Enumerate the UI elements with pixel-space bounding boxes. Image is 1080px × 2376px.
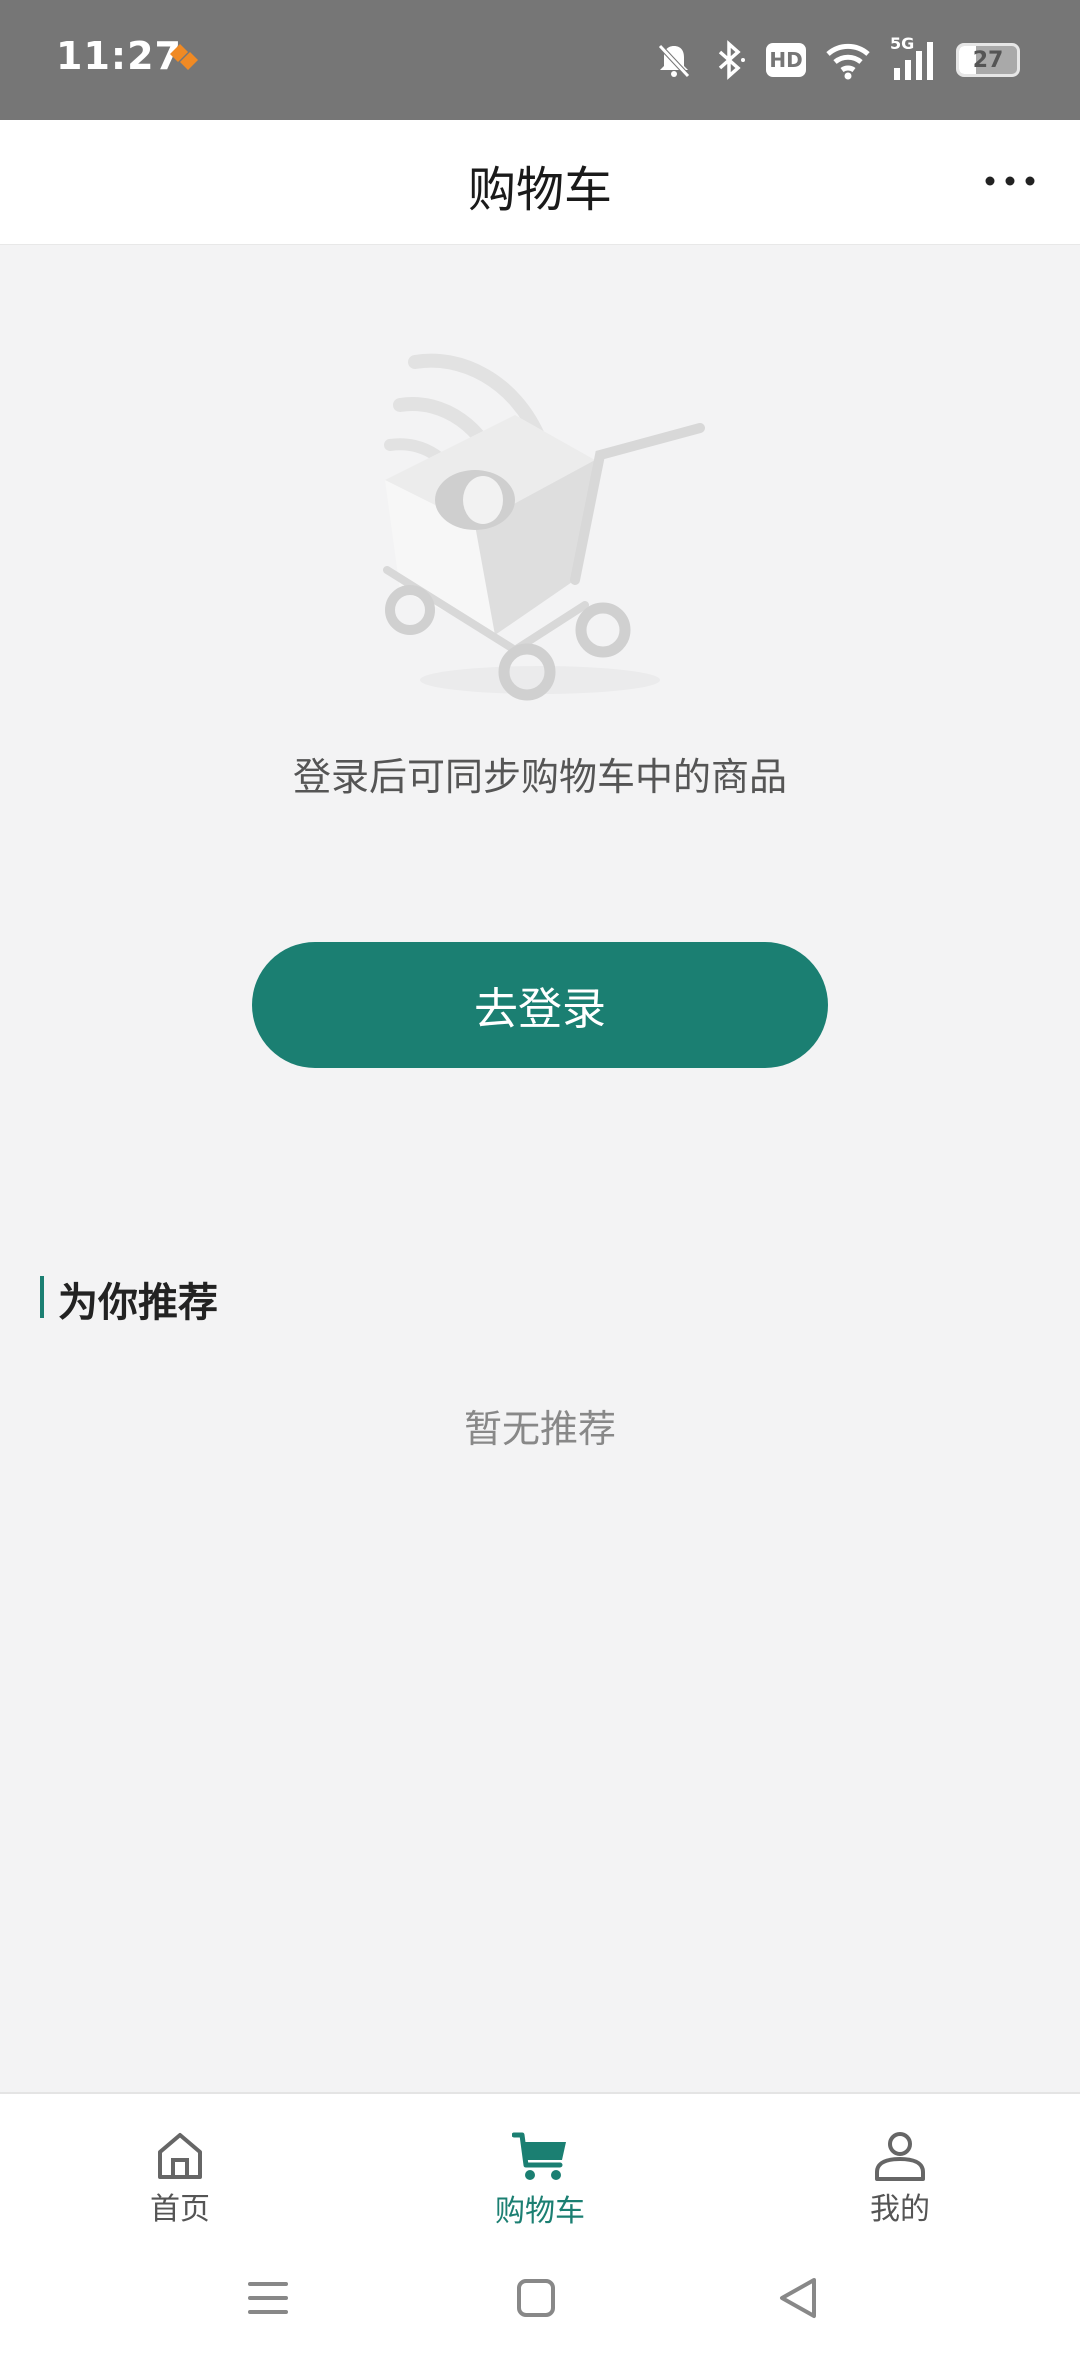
empty-cart-message: 登录后可同步购物车中的商品 (292, 755, 787, 799)
bottom-tab-bar: 首页 购物车 我的 (0, 2092, 1080, 2234)
battery-level: 27 (972, 47, 1004, 73)
tab-cart-label: 购物车 (495, 2194, 585, 2229)
signal-icon (894, 42, 933, 80)
empty-cart-illustration (383, 353, 705, 701)
tab-home-label: 首页 (150, 2192, 210, 2227)
menu-nav-icon[interactable] (246, 2276, 290, 2320)
bell-muted-icon (658, 44, 690, 78)
tab-cart[interactable]: 购物车 (440, 2094, 640, 2234)
more-icon[interactable] (980, 166, 1040, 196)
hd-badge: HD (766, 43, 806, 77)
status-time: 11:27 (56, 34, 182, 78)
wifi-icon (826, 43, 870, 80)
app-notification-icon (170, 44, 198, 70)
system-nav-bar (0, 2232, 1080, 2376)
login-button[interactable]: 去登录 (252, 942, 828, 1068)
status-icons: HD 5G 27 (654, 30, 1020, 90)
page-header: 购物车 (0, 120, 1080, 245)
home-nav-icon[interactable] (514, 2276, 558, 2320)
tab-mine[interactable]: 我的 (800, 2094, 1000, 2234)
home-icon (158, 2133, 202, 2179)
page-title: 购物车 (467, 162, 612, 218)
bluetooth-icon (718, 40, 745, 80)
cart-icon (512, 2132, 566, 2180)
tab-home[interactable]: 首页 (80, 2094, 280, 2234)
status-bar: 11:27 HD 5G 27 (0, 0, 1080, 120)
section-accent-bar (40, 1276, 44, 1318)
signal-indicator: 5G (890, 34, 938, 82)
tab-mine-label: 我的 (870, 2192, 930, 2227)
back-nav-icon[interactable] (776, 2276, 820, 2320)
user-icon (875, 2132, 925, 2181)
recommend-empty-text: 暂无推荐 (463, 1407, 616, 1451)
recommend-title: 为你推荐 (58, 1280, 218, 1326)
battery-icon: 27 (956, 43, 1020, 77)
